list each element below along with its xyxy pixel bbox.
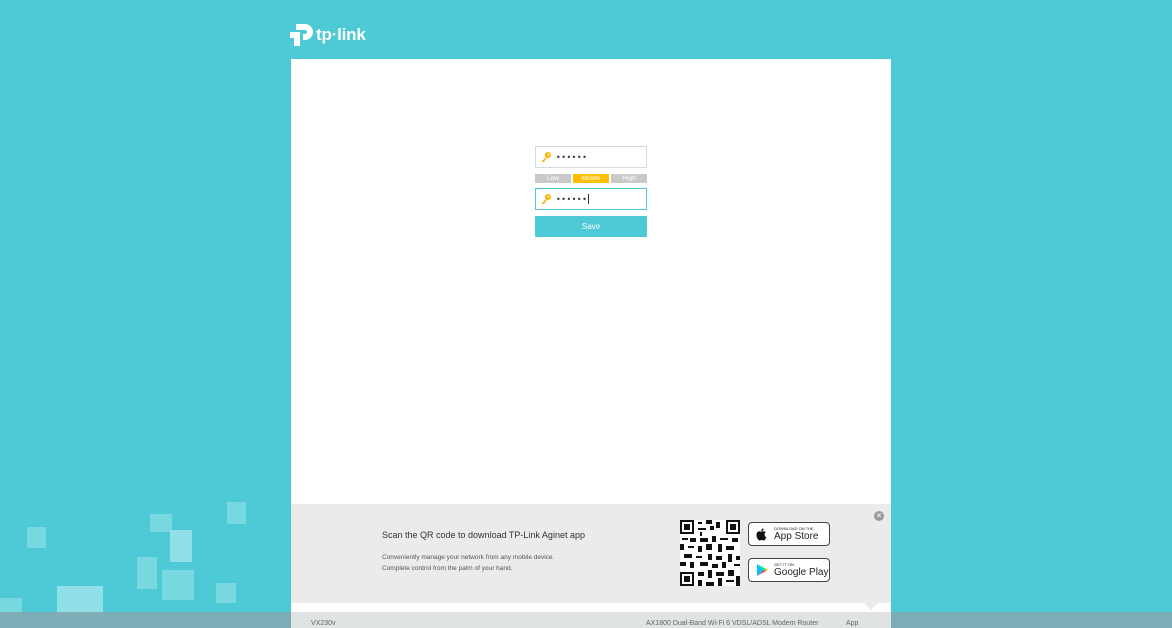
banner-pointer xyxy=(864,603,878,610)
strength-high: High xyxy=(611,174,647,183)
background-decoration xyxy=(27,527,46,548)
app-store-button[interactable]: DOWNLOAD ON THE App Store xyxy=(748,522,830,546)
text-caret xyxy=(588,194,590,204)
qr-code xyxy=(680,520,740,586)
footer-app-link[interactable]: App xyxy=(846,620,858,627)
save-button[interactable]: Save xyxy=(535,216,647,237)
google-play-small-label: GET IT ON xyxy=(774,561,794,567)
footer-description: AX1800 Dual-Band Wi-Fi 6 VDSL/ADSL Modem… xyxy=(646,620,819,627)
background-decoration xyxy=(227,502,246,524)
banner-subtitle: Conveniently manage your network from an… xyxy=(382,552,554,574)
background-decoration xyxy=(162,570,194,600)
app-store-small-label: DOWNLOAD ON THE xyxy=(774,525,814,531)
background-decoration xyxy=(137,557,157,589)
apple-icon xyxy=(756,528,767,541)
app-store-text: DOWNLOAD ON THE App Store xyxy=(774,525,819,542)
footer: VX230v AX1800 Dual-Band Wi-Fi 6 VDSL/ADS… xyxy=(291,612,891,628)
confirm-password-value: •••••• xyxy=(556,194,588,204)
google-play-icon xyxy=(757,564,768,576)
close-banner-button[interactable]: ✕ xyxy=(874,511,884,521)
strength-middle: Middle xyxy=(573,174,609,183)
password-strength-meter: Low Middle High xyxy=(535,174,647,183)
google-play-button[interactable]: GET IT ON Google Play xyxy=(748,558,830,582)
new-password-value: •••••• xyxy=(556,152,588,162)
close-icon: ✕ xyxy=(876,513,882,520)
tp-link-logo: tp·link xyxy=(290,22,366,48)
banner-line-1: Conveniently manage your network from an… xyxy=(382,554,555,561)
password-form: •••••• Low Middle High •••••• Save xyxy=(535,146,647,237)
key-icon xyxy=(541,194,551,205)
background-decoration xyxy=(150,514,172,532)
key-icon xyxy=(541,152,551,163)
footer-model: VX230v xyxy=(311,620,336,627)
app-download-banner: Scan the QR code to download TP-Link Agi… xyxy=(291,504,891,610)
confirm-password-field[interactable]: •••••• xyxy=(535,188,647,210)
app-store-label: App Store xyxy=(774,530,819,542)
google-play-text: GET IT ON Google Play xyxy=(774,561,829,578)
background-decoration xyxy=(170,530,192,562)
google-play-label: Google Play xyxy=(774,566,829,578)
banner-line-2: Complete control from the palm of your h… xyxy=(382,565,513,572)
background-decoration xyxy=(216,583,236,603)
strength-low: Low xyxy=(535,174,571,183)
new-password-field[interactable]: •••••• xyxy=(535,146,647,168)
tp-link-logo-icon xyxy=(290,24,313,46)
banner-title: Scan the QR code to download TP-Link Agi… xyxy=(382,530,585,540)
logo-text: tp·link xyxy=(316,25,366,44)
